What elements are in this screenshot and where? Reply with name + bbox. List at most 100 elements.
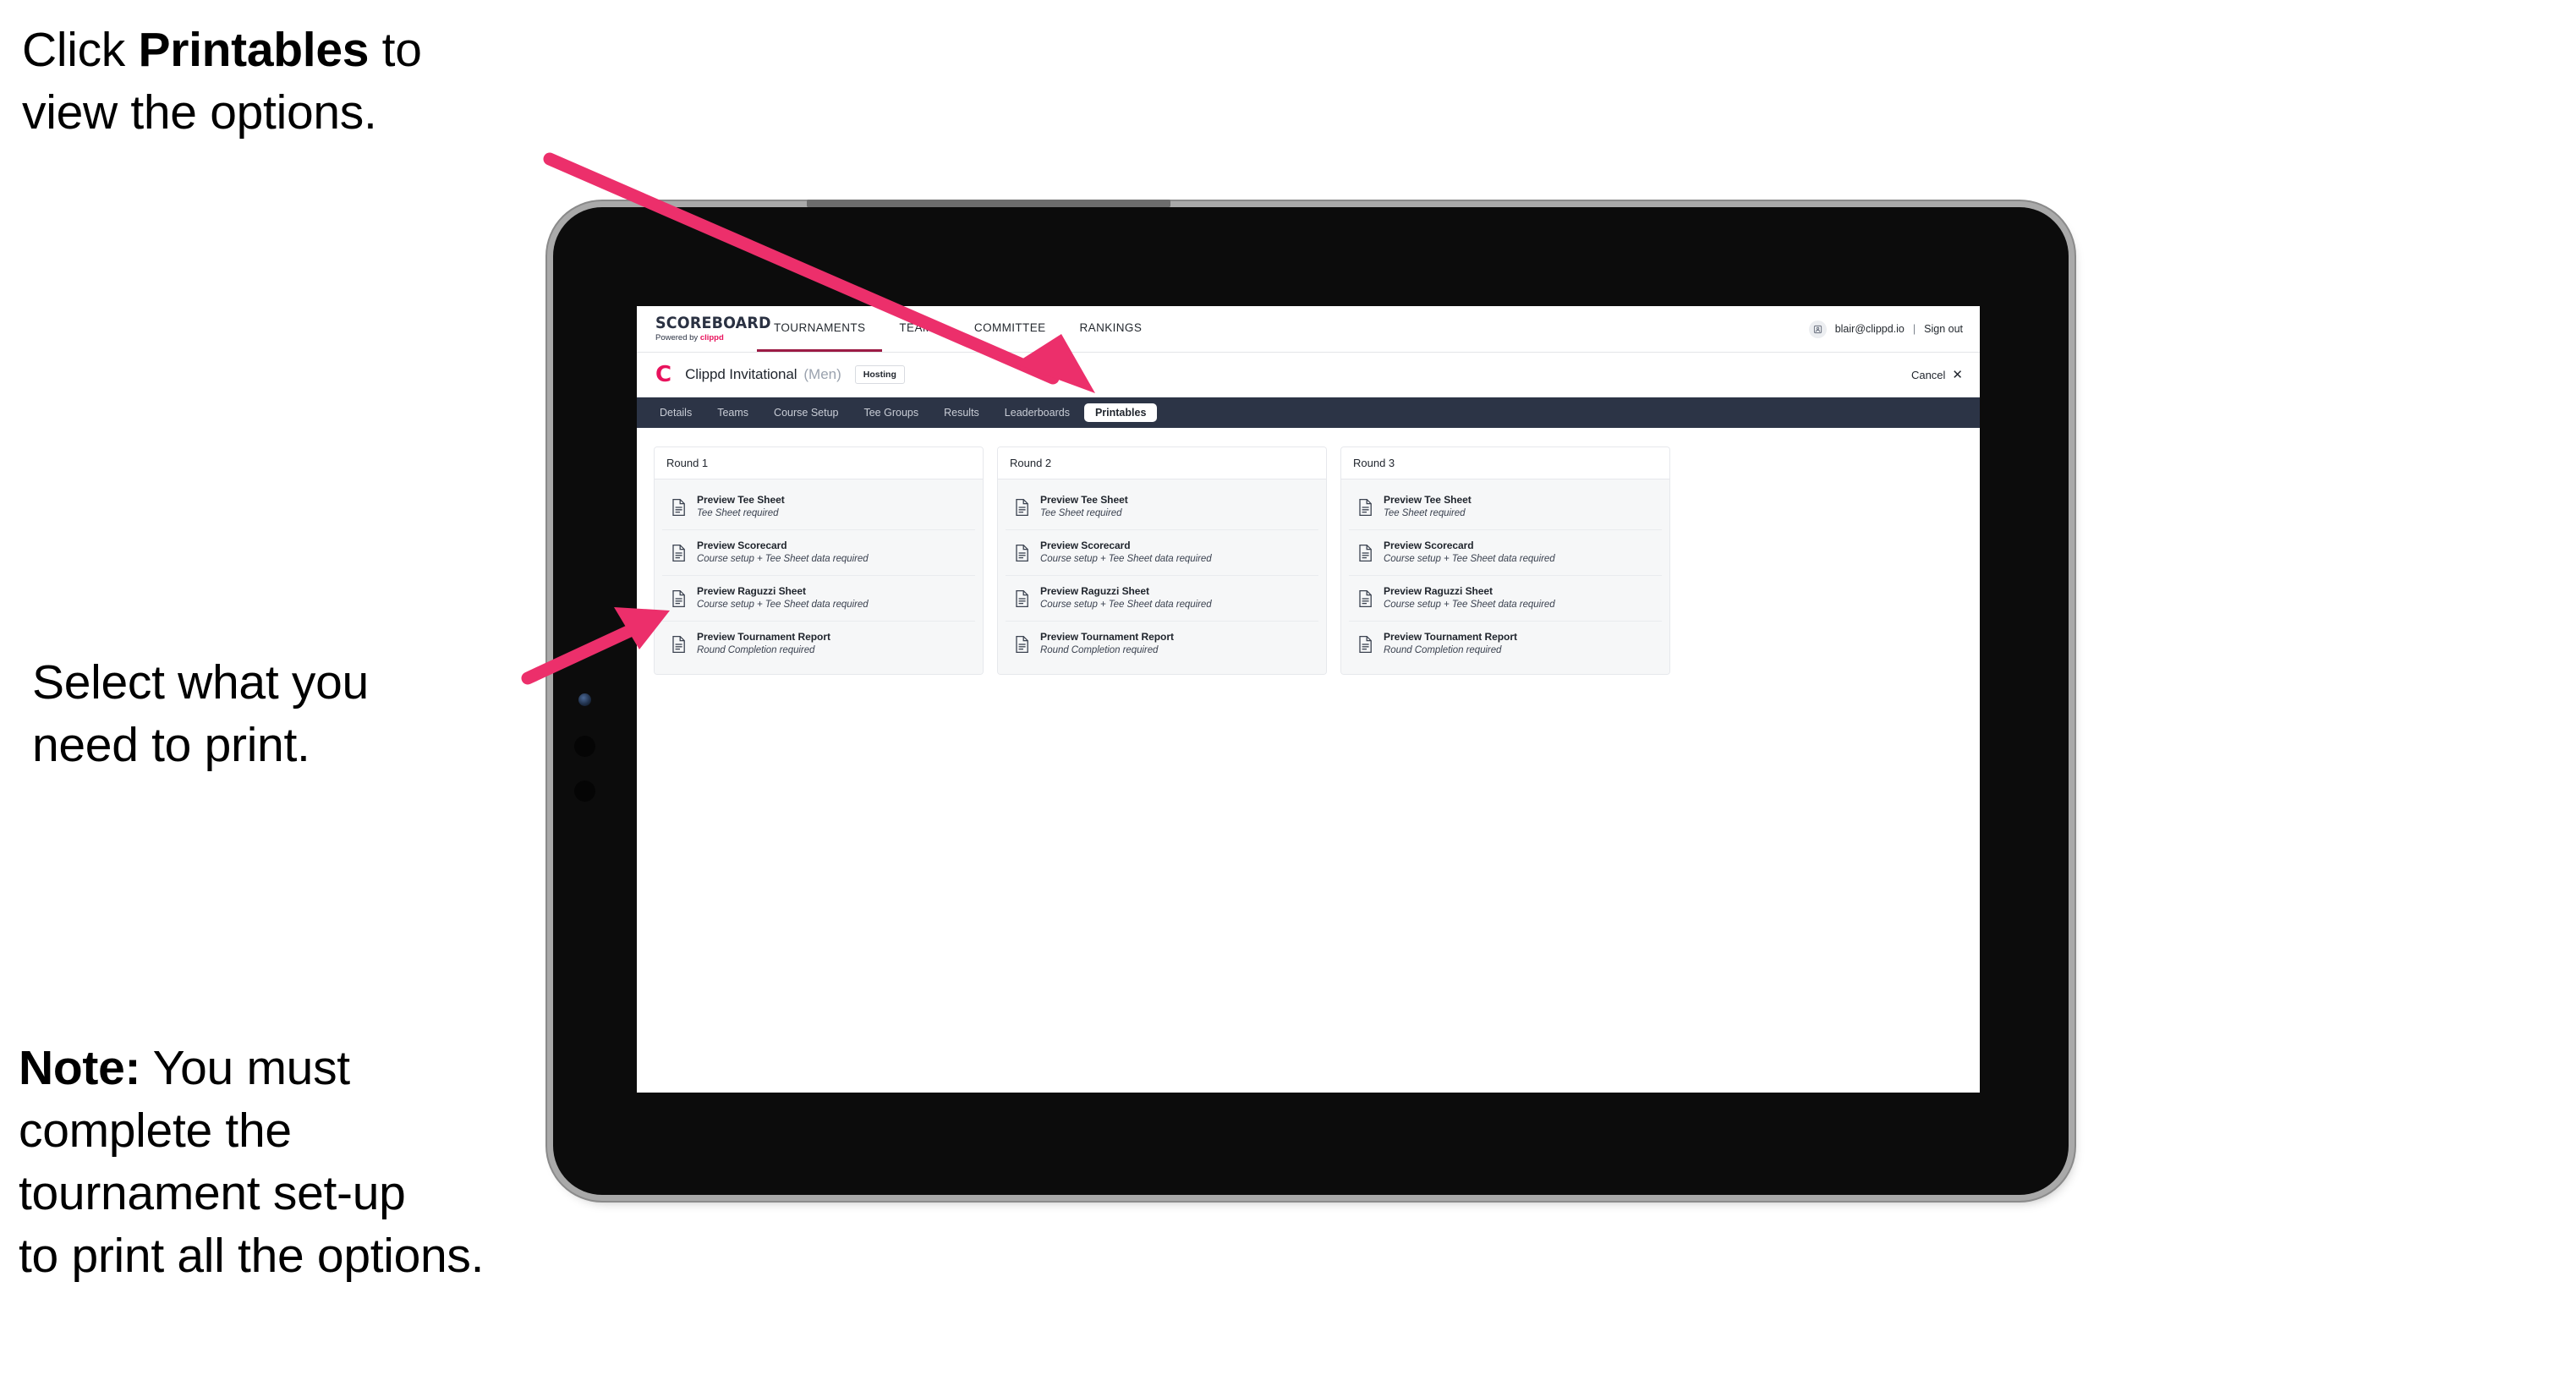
tab-course-setup[interactable]: Course Setup <box>763 403 849 423</box>
sign-out-link[interactable]: Sign out <box>1924 323 1963 335</box>
printable-subtitle: Tee Sheet required <box>1384 507 1466 518</box>
printable-text: Preview Raguzzi Sheet Course setup + Tee… <box>697 585 869 611</box>
tab-printables[interactable]: Printables <box>1083 403 1158 423</box>
printable-text: Preview Raguzzi Sheet Course setup + Tee… <box>1040 585 1212 611</box>
printable-text: Preview Tee Sheet Tee Sheet required <box>697 494 785 520</box>
rounds-container: Round 1 Preview Tee Sheet Tee Sheet requ… <box>637 428 1980 675</box>
tablet-volume-up-button[interactable] <box>574 736 595 757</box>
tablet-top-bezel-strip <box>807 200 1170 207</box>
round-1-items: Preview Tee Sheet Tee Sheet required Pre… <box>655 479 983 674</box>
printable-item-tee-sheet[interactable]: Preview Tee Sheet Tee Sheet required <box>1006 485 1318 530</box>
printable-item-tournament-report[interactable]: Preview Tournament Report Round Completi… <box>1349 622 1662 666</box>
brand-logo[interactable]: SCOREBOARD Powered by clippd <box>637 306 771 352</box>
annotation-click-printables: Click Printables to view the options. <box>22 19 580 144</box>
printable-text: Preview Scorecard Course setup + Tee She… <box>1040 540 1212 566</box>
printable-item-scorecard[interactable]: Preview Scorecard Course setup + Tee She… <box>662 530 975 576</box>
annotation-select-to-print: Select what you need to print. <box>32 655 369 773</box>
printable-item-raguzzi-sheet[interactable]: Preview Raguzzi Sheet Course setup + Tee… <box>1006 576 1318 622</box>
document-icon <box>1016 498 1028 516</box>
document-icon <box>1016 635 1028 653</box>
nav-user-area: blair@clippd.io | Sign out <box>1808 306 1980 352</box>
printable-subtitle: Course setup + Tee Sheet data required <box>1384 599 1555 610</box>
printable-text: Preview Tee Sheet Tee Sheet required <box>1384 494 1472 520</box>
document-icon <box>1359 498 1372 516</box>
printable-item-raguzzi-sheet[interactable]: Preview Raguzzi Sheet Course setup + Tee… <box>662 576 975 622</box>
document-icon <box>672 635 685 653</box>
document-icon <box>1359 589 1372 607</box>
nav-item-tournaments[interactable]: TOURNAMENTS <box>757 306 883 352</box>
brand-subtitle: Powered by clippd <box>655 334 745 342</box>
nav-item-teams[interactable]: TEAMS <box>882 306 957 352</box>
printable-item-tee-sheet[interactable]: Preview Tee Sheet Tee Sheet required <box>1349 485 1662 530</box>
document-icon <box>1359 635 1372 653</box>
round-3-title: Round 3 <box>1341 447 1669 479</box>
round-1-title: Round 1 <box>655 447 983 479</box>
primary-nav-items: TOURNAMENTS TEAMS COMMITTEE RANKINGS <box>757 306 1159 352</box>
printable-subtitle: Course setup + Tee Sheet data required <box>697 599 869 610</box>
printable-text: Preview Scorecard Course setup + Tee She… <box>1384 540 1555 566</box>
printable-title: Preview Raguzzi Sheet <box>1384 585 1493 597</box>
document-icon <box>672 589 685 607</box>
printable-subtitle: Round Completion required <box>1384 644 1502 655</box>
printable-item-raguzzi-sheet[interactable]: Preview Raguzzi Sheet Course setup + Tee… <box>1349 576 1662 622</box>
tab-teams[interactable]: Teams <box>706 403 759 423</box>
user-email-label: blair@clippd.io <box>1834 323 1905 335</box>
printable-title: Preview Scorecard <box>697 540 787 551</box>
annotation-1-bold: Printables <box>138 23 370 77</box>
printable-item-tournament-report[interactable]: Preview Tournament Report Round Completi… <box>662 622 975 666</box>
tab-tee-groups[interactable]: Tee Groups <box>852 403 929 423</box>
printable-item-scorecard[interactable]: Preview Scorecard Course setup + Tee She… <box>1006 530 1318 576</box>
round-2-items: Preview Tee Sheet Tee Sheet required Pre… <box>998 479 1326 674</box>
printable-subtitle: Course setup + Tee Sheet data required <box>1384 553 1555 564</box>
brand-clippd-mark: clippd <box>699 333 724 343</box>
printable-subtitle: Course setup + Tee Sheet data required <box>1040 553 1212 564</box>
annotation-3-bold: Note: <box>19 1041 141 1095</box>
document-icon <box>1016 589 1028 607</box>
tablet-volume-down-button[interactable] <box>574 781 595 802</box>
tournament-tab-bar: Details Teams Course Setup Tee Groups Re… <box>637 397 1980 428</box>
printable-subtitle: Round Completion required <box>697 644 815 655</box>
printable-text: Preview Scorecard Course setup + Tee She… <box>697 540 869 566</box>
printable-subtitle: Round Completion required <box>1040 644 1159 655</box>
printable-title: Preview Scorecard <box>1040 540 1131 551</box>
document-icon <box>672 498 685 516</box>
printable-subtitle: Course setup + Tee Sheet data required <box>697 553 869 564</box>
nav-item-committee[interactable]: COMMITTEE <box>957 306 1063 352</box>
printable-title: Preview Tournament Report <box>697 631 830 643</box>
tablet-camera-icon <box>578 693 591 706</box>
document-icon <box>1359 544 1372 562</box>
user-avatar-icon[interactable] <box>1808 320 1827 338</box>
cancel-label: Cancel <box>1910 368 1946 381</box>
printable-title: Preview Scorecard <box>1384 540 1474 551</box>
clippd-logo-icon: C <box>655 362 672 387</box>
brand-powered-prefix: Powered by <box>655 333 700 343</box>
app-screen: SCOREBOARD Powered by clippd TOURNAMENTS… <box>637 306 1980 1093</box>
printable-item-tee-sheet[interactable]: Preview Tee Sheet Tee Sheet required <box>662 485 975 530</box>
round-2-title: Round 2 <box>998 447 1326 479</box>
document-icon <box>1016 544 1028 562</box>
printable-title: Preview Raguzzi Sheet <box>697 585 806 597</box>
tab-details[interactable]: Details <box>649 403 703 423</box>
printable-subtitle: Course setup + Tee Sheet data required <box>1040 599 1212 610</box>
printable-item-tournament-report[interactable]: Preview Tournament Report Round Completi… <box>1006 622 1318 666</box>
round-column-2: Round 2 Preview Tee Sheet Tee Sheet requ… <box>997 446 1327 675</box>
printable-text: Preview Raguzzi Sheet Course setup + Tee… <box>1384 585 1555 611</box>
tab-results[interactable]: Results <box>933 403 990 423</box>
status-badge: Hosting <box>854 364 905 385</box>
round-column-1: Round 1 Preview Tee Sheet Tee Sheet requ… <box>654 446 984 675</box>
printable-subtitle: Tee Sheet required <box>1040 507 1122 518</box>
brand-title: SCOREBOARD <box>655 314 771 333</box>
printable-text: Preview Tee Sheet Tee Sheet required <box>1040 494 1128 520</box>
tournament-gender: (Men) <box>803 366 841 382</box>
round-column-3: Round 3 Preview Tee Sheet Tee Sheet requ… <box>1340 446 1670 675</box>
cancel-button[interactable]: Cancel ✕ <box>1911 369 1963 381</box>
printable-title: Preview Tee Sheet <box>1384 494 1472 506</box>
printable-text: Preview Tournament Report Round Completi… <box>1384 631 1517 657</box>
tablet-device: SCOREBOARD Powered by clippd TOURNAMENTS… <box>553 200 2069 1195</box>
printable-title: Preview Tournament Report <box>1384 631 1517 643</box>
printable-title: Preview Raguzzi Sheet <box>1040 585 1149 597</box>
nav-item-rankings[interactable]: RANKINGS <box>1063 306 1159 352</box>
tab-leaderboards[interactable]: Leaderboards <box>994 403 1081 423</box>
round-3-items: Preview Tee Sheet Tee Sheet required Pre… <box>1341 479 1669 674</box>
printable-item-scorecard[interactable]: Preview Scorecard Course setup + Tee She… <box>1349 530 1662 576</box>
